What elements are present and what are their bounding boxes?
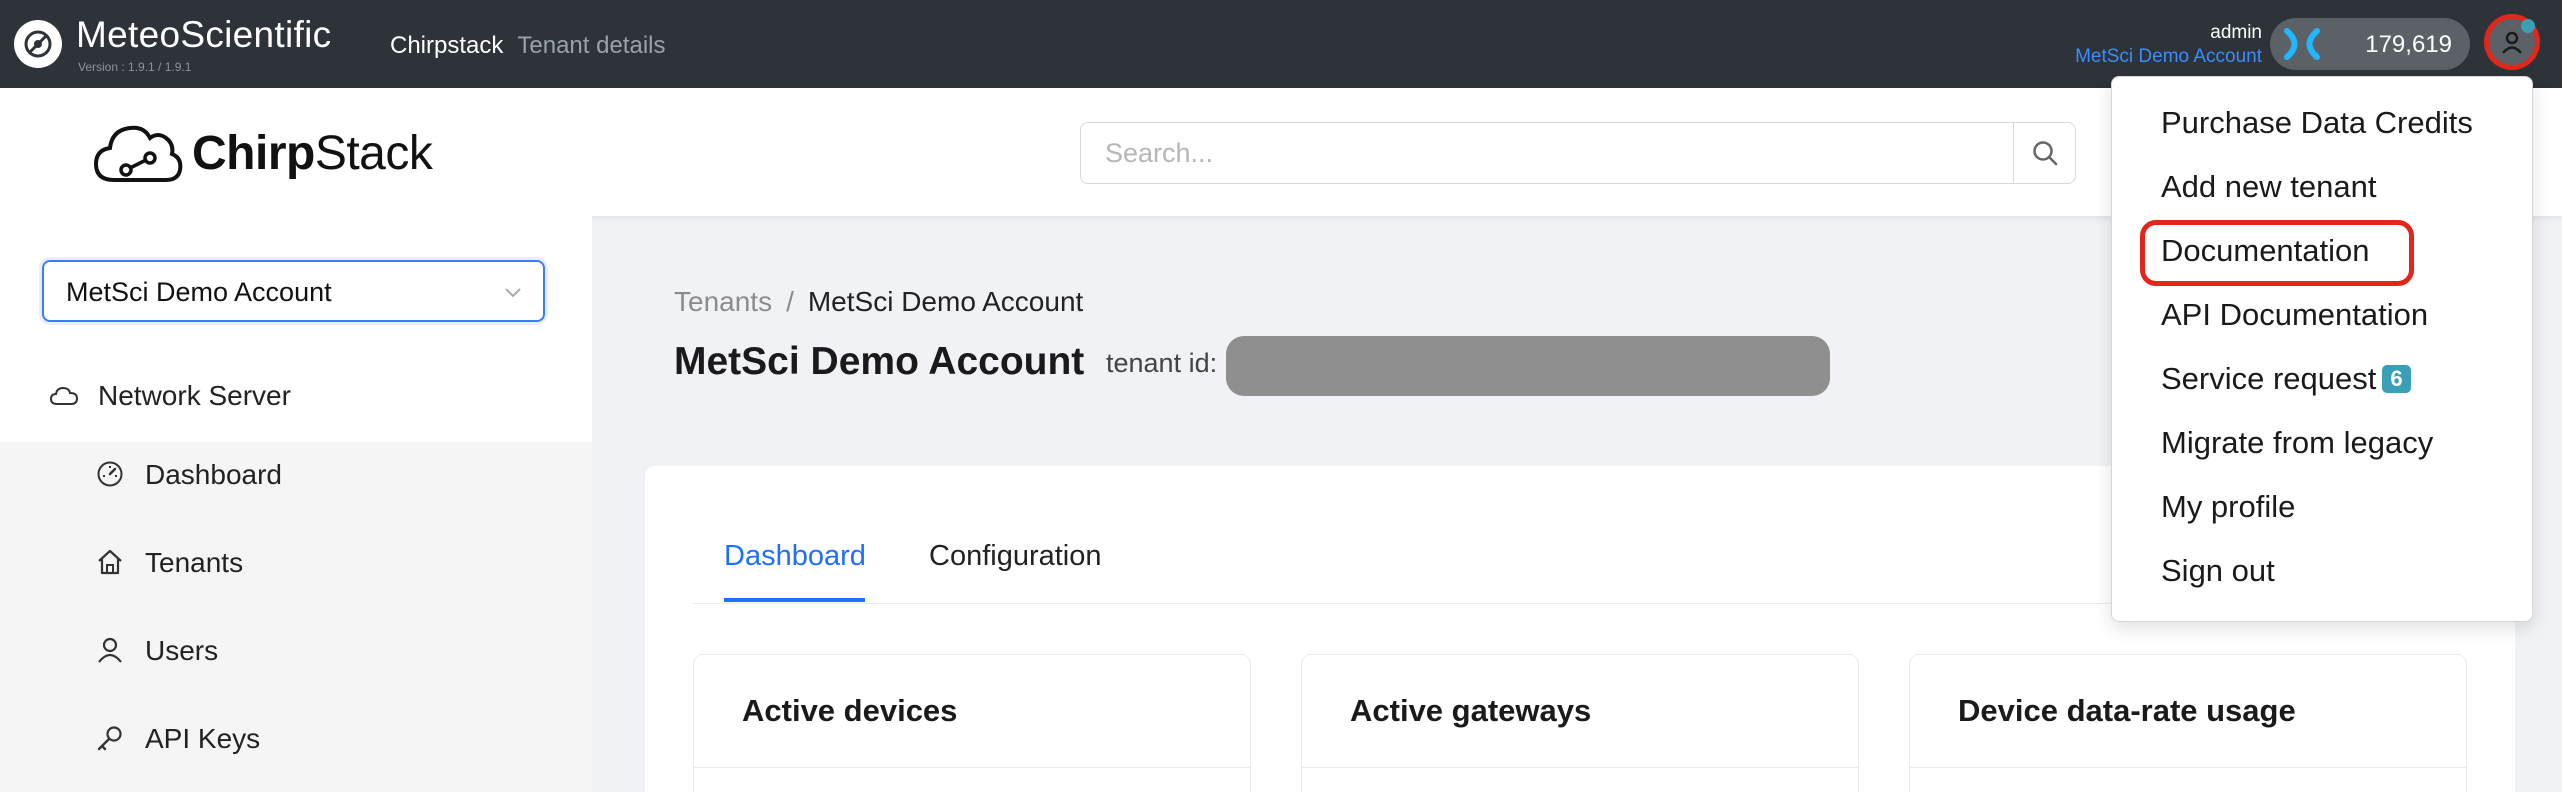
top-breadcrumb: Chirpstack Tenant details xyxy=(390,32,665,60)
user-icon xyxy=(98,637,122,663)
breadcrumb-current: MetSci Demo Account xyxy=(807,286,1084,317)
menu-item-api-documentation[interactable]: API Documentation xyxy=(2161,297,2428,333)
search-button[interactable] xyxy=(2013,123,2075,183)
user-dropdown-menu: Purchase Data Credits Add new tenant Doc… xyxy=(2111,76,2533,622)
tenant-select[interactable]: MetSci Demo Account xyxy=(42,260,545,322)
user-avatar-icon xyxy=(2502,31,2522,54)
sidebar-item-dashboard[interactable]: Dashboard xyxy=(0,442,592,506)
top-breadcrumb-chirpstack[interactable]: Chirpstack xyxy=(390,32,503,59)
cloud-icon xyxy=(50,386,78,405)
menu-item-add-new-tenant[interactable]: Add new tenant xyxy=(2161,169,2376,205)
card-divider xyxy=(694,767,1250,768)
sidebar-item-label: Users xyxy=(145,635,219,666)
top-breadcrumb-tenant-details: Tenant details xyxy=(517,32,666,59)
key-icon xyxy=(97,726,122,751)
credits-value: 179,619 xyxy=(2365,31,2452,58)
sidebar-submenu: Dashboard Tenants Users API Keys xyxy=(0,442,592,792)
card-divider xyxy=(1302,767,1858,768)
active-devices-card: Active devices xyxy=(693,654,1251,792)
search-input[interactable] xyxy=(1081,123,2015,183)
sidebar: MetSci Demo Account Network Server Dashb… xyxy=(0,216,592,792)
menu-item-label: Service request xyxy=(2161,361,2377,396)
meteoscientific-logo-icon[interactable] xyxy=(14,20,62,68)
sidebar-item-label: Tenants xyxy=(145,547,244,578)
notification-dot xyxy=(2521,19,2535,33)
breadcrumb-separator: / xyxy=(786,286,794,317)
sidebar-item-tenants[interactable]: Tenants xyxy=(0,530,592,594)
chevron-down-icon xyxy=(505,288,521,298)
service-request-count-badge: 6 xyxy=(2382,365,2411,393)
device-data-rate-card: Device data-rate usage xyxy=(1909,654,2467,792)
chirpstack-cloud-icon xyxy=(93,125,183,182)
credits-pill[interactable]: 179,619 xyxy=(2270,18,2470,70)
sidebar-item-label: Dashboard xyxy=(145,459,282,490)
sidebar-item-api-keys[interactable]: API Keys xyxy=(0,706,592,770)
card-title: Active devices xyxy=(742,693,958,728)
dashboard-icon xyxy=(97,461,123,487)
menu-item-my-profile[interactable]: My profile xyxy=(2161,489,2295,525)
card-title: Device data-rate usage xyxy=(1958,693,2296,728)
helium-x-icon xyxy=(2284,28,2320,60)
tab-configuration[interactable]: Configuration xyxy=(929,540,1102,573)
top-bar: MeteoScientific Version : 1.9.1 / 1.9.1 … xyxy=(0,0,2562,88)
tenant-id-label: tenant id: xyxy=(1106,348,1218,378)
tab-dashboard[interactable]: Dashboard xyxy=(724,540,866,573)
sidebar-item-label: API Keys xyxy=(145,723,261,754)
menu-item-service-request[interactable]: Service request 6 xyxy=(2161,361,2411,397)
search-icon xyxy=(2032,141,2057,166)
chirpstack-logo-text: ChirpStack xyxy=(192,126,433,180)
menu-item-purchase-data-credits[interactable]: Purchase Data Credits xyxy=(2161,105,2473,141)
user-menu-button[interactable] xyxy=(2484,14,2540,70)
documentation-highlight-outline xyxy=(2140,220,2414,286)
user-name: admin xyxy=(2210,22,2262,43)
breadcrumb-tenants-link[interactable]: Tenants xyxy=(674,286,772,317)
card-title: Active gateways xyxy=(1350,693,1592,728)
tenant-select-value: MetSci Demo Account xyxy=(66,277,332,307)
breadcrumb: Tenants / MetSci Demo Account xyxy=(674,286,1083,318)
sidebar-item-label: Network Server xyxy=(98,380,291,411)
sidebar-item-network-server[interactable]: Network Server xyxy=(0,364,592,428)
brand-name[interactable]: MeteoScientific xyxy=(76,14,331,56)
menu-item-migrate-from-legacy[interactable]: Migrate from legacy xyxy=(2161,425,2433,461)
search-box xyxy=(1080,122,2076,184)
account-link[interactable]: MetSci Demo Account xyxy=(2075,46,2262,68)
home-icon xyxy=(98,549,122,575)
sidebar-item-users[interactable]: Users xyxy=(0,618,592,682)
card-divider xyxy=(1910,767,2466,768)
chirpstack-logo[interactable]: ChirpStack xyxy=(92,118,433,188)
redacted-tenant-id xyxy=(1226,336,1830,396)
page-title: MetSci Demo Account xyxy=(674,340,1085,383)
version-text: Version : 1.9.1 / 1.9.1 xyxy=(78,60,192,74)
menu-item-sign-out[interactable]: Sign out xyxy=(2161,553,2275,589)
active-gateways-card: Active gateways xyxy=(1301,654,1859,792)
active-tab-indicator xyxy=(724,598,865,602)
